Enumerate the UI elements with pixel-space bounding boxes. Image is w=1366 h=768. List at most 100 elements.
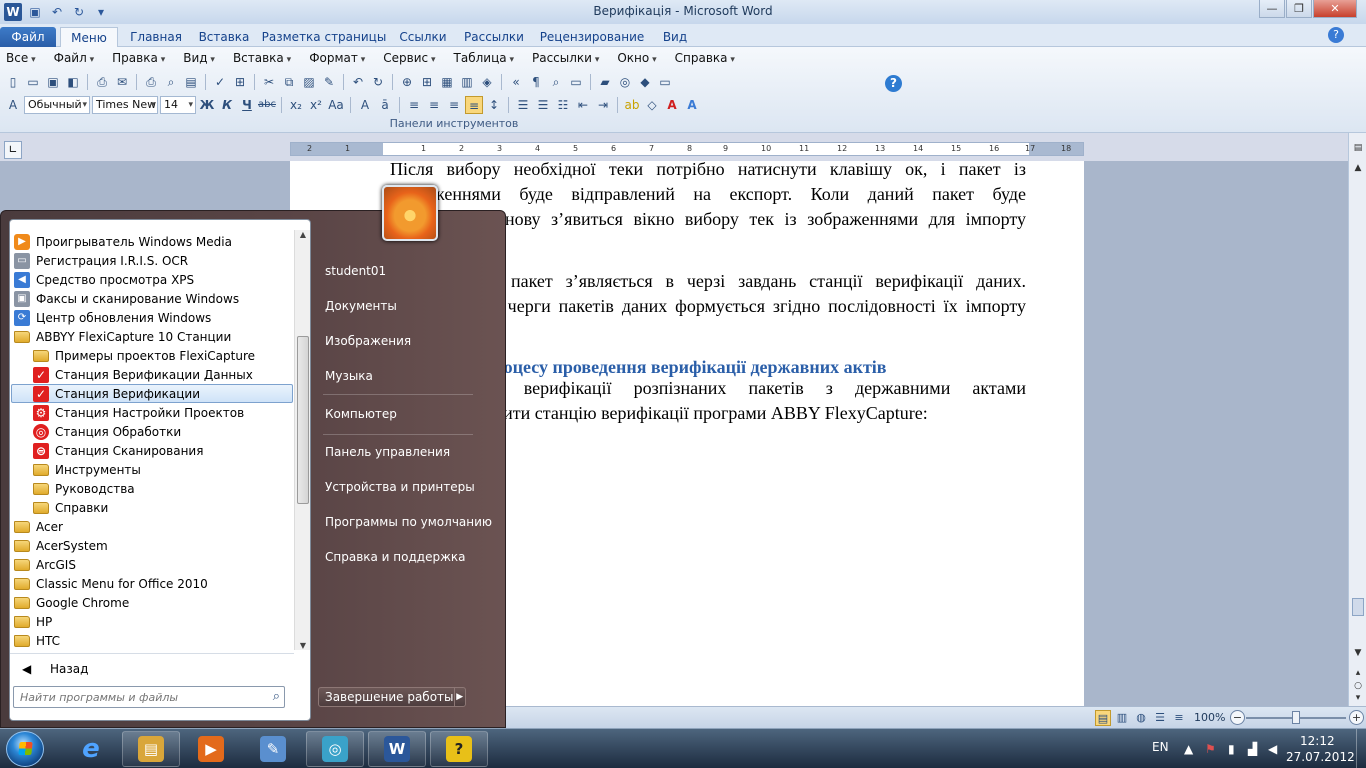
show-hidden-icons-arrow[interactable]: ▲ <box>1184 742 1193 756</box>
list-item[interactable]: Инструменты <box>31 460 294 479</box>
select-browse-object-icon[interactable]: ○ <box>1349 681 1366 691</box>
format-painter-icon[interactable]: ✎ <box>320 73 338 91</box>
list-item[interactable]: ◎ Станция Обработки <box>31 422 294 441</box>
style-select[interactable]: Обычный <box>24 96 90 114</box>
clock-time[interactable]: 12:12 <box>1300 734 1335 748</box>
scroll-down-arrow[interactable]: ▼ <box>295 641 311 650</box>
table-icon[interactable]: ▦ <box>438 73 456 91</box>
font-color-icon[interactable]: A <box>663 96 681 114</box>
start-button[interactable] <box>6 731 44 767</box>
save-icon[interactable]: ▣ <box>44 73 62 91</box>
right-link-user[interactable]: student01 <box>319 260 499 282</box>
tab-review[interactable]: Рецензирование <box>536 27 648 47</box>
power-icon[interactable]: ▮ <box>1228 742 1235 756</box>
tab-references[interactable]: Ссылки <box>394 27 452 47</box>
open-icon[interactable]: ▭ <box>24 73 42 91</box>
scroll-down-arrow[interactable]: ▼ <box>1349 648 1366 658</box>
ruler-view-icon[interactable]: ▤ <box>1349 143 1366 153</box>
folder-icon[interactable]: ▰ <box>596 73 614 91</box>
toolbar-options-icon[interactable]: ▭ <box>656 73 674 91</box>
right-link-music[interactable]: Музыка <box>319 365 499 387</box>
list-item[interactable]: ABBYY FlexiCapture 10 Станции <box>12 327 294 346</box>
research-icon[interactable]: ⊞ <box>231 73 249 91</box>
menu-window[interactable]: Окно <box>611 51 656 69</box>
print-layout-view-icon[interactable]: ▤ <box>1095 710 1111 726</box>
zoom-in-button[interactable]: + <box>1349 710 1364 725</box>
quote-icon[interactable]: « <box>507 73 525 91</box>
draft-view-icon[interactable]: ≡ <box>1171 710 1187 726</box>
paste-icon[interactable]: ▨ <box>300 73 318 91</box>
copy-icon[interactable]: ⧉ <box>280 73 298 91</box>
tab-menu[interactable]: Меню <box>60 27 118 47</box>
shutdown-button[interactable]: Завершение работы <box>319 688 454 706</box>
help-icon[interactable]: ? <box>1328 27 1344 43</box>
tab-insert[interactable]: Вставка <box>194 27 254 47</box>
superscript-icon[interactable]: x² <box>307 96 325 114</box>
align-right-icon[interactable]: ≡ <box>445 96 463 114</box>
minimize-button[interactable]: — <box>1259 0 1285 18</box>
styles-icon[interactable]: ◆ <box>636 73 654 91</box>
multilevel-list-icon[interactable]: ☷ <box>554 96 572 114</box>
list-item[interactable]: ArcGIS <box>12 555 294 574</box>
taskbar-app-help[interactable]: ? <box>430 731 488 767</box>
close-button[interactable]: ✕ <box>1313 0 1357 18</box>
tab-home[interactable]: Главная <box>122 27 190 47</box>
tab-mailings[interactable]: Рассылки <box>456 27 532 47</box>
show-desktop-button[interactable] <box>1356 729 1366 768</box>
list-item[interactable]: HTC <box>12 631 294 650</box>
scroll-up-arrow[interactable]: ▲ <box>295 230 311 239</box>
show-formatting-icon[interactable]: ¶ <box>527 73 545 91</box>
list-item[interactable]: ▣ Факсы и сканирование Windows <box>12 289 294 308</box>
menu-all[interactable]: Все <box>0 51 36 69</box>
zoom-out-button[interactable]: − <box>1230 710 1245 725</box>
justify-icon[interactable]: ≡ <box>465 96 483 114</box>
font-select[interactable]: Times New <box>92 96 158 114</box>
line-spacing-icon[interactable]: ↕ <box>485 96 503 114</box>
list-item[interactable]: Classic Menu for Office 2010 <box>12 574 294 593</box>
right-link-control-panel[interactable]: Панель управления <box>319 441 499 463</box>
taskbar-app-media-player[interactable]: ▶ <box>182 731 240 767</box>
menu-file[interactable]: Файл <box>48 51 95 69</box>
right-link-computer[interactable]: Компьютер <box>319 403 499 425</box>
styles-pane-icon[interactable]: A <box>4 96 22 114</box>
numbering-icon[interactable]: ☰ <box>514 96 532 114</box>
maximize-button[interactable]: ❐ <box>1286 0 1312 18</box>
taskbar-app-paint-tool[interactable]: ✎ <box>244 731 302 767</box>
menu-format[interactable]: Формат <box>303 51 365 69</box>
list-item[interactable]: AcerSystem <box>12 536 294 555</box>
start-search-box[interactable]: ⌕ <box>13 686 285 708</box>
tab-view[interactable]: Вид <box>652 27 698 47</box>
help-icon[interactable]: ? <box>885 75 902 92</box>
align-left-icon[interactable]: ≡ <box>405 96 423 114</box>
horizontal-ruler[interactable]: 2 1 1 2 3 4 5 6 7 8 9 10 11 12 13 14 15 … <box>290 142 1084 156</box>
view-mode-icon[interactable]: ▤ <box>182 73 200 91</box>
hyperlink-icon[interactable]: ⊕ <box>398 73 416 91</box>
list-item[interactable]: ⟳ Центр обновления Windows <box>12 308 294 327</box>
list-item[interactable]: Руководства <box>31 479 294 498</box>
change-case-icon[interactable]: Aa <box>327 96 345 114</box>
back-button[interactable]: ◀ Назад <box>10 653 294 685</box>
permission-icon[interactable]: ◧ <box>64 73 82 91</box>
language-indicator[interactable]: EN <box>1152 740 1169 754</box>
undo-icon[interactable]: ↶ <box>349 73 367 91</box>
font-size-select[interactable]: 14 <box>160 96 196 114</box>
volume-icon[interactable]: ◀ <box>1268 742 1277 756</box>
list-item[interactable]: Справки <box>31 498 294 517</box>
list-item[interactable]: Acer <box>12 517 294 536</box>
strikethrough-button[interactable]: abc <box>258 96 276 114</box>
list-item[interactable]: ⊜ Станция Сканирования <box>31 441 294 460</box>
zoom-level[interactable]: 100% <box>1194 711 1225 724</box>
action-center-icon[interactable]: ⚑ <box>1205 742 1216 756</box>
list-item[interactable]: ▶ Проигрыватель Windows Media <box>12 232 294 251</box>
taskbar-app-windows-explorer[interactable]: ▤ <box>122 731 180 767</box>
search-input[interactable] <box>14 687 254 707</box>
clear-formatting-icon[interactable]: A <box>356 96 374 114</box>
right-link-documents[interactable]: Документы <box>319 295 499 317</box>
pdf-icon[interactable]: ⎙ <box>93 73 111 91</box>
macro-icon[interactable]: ◎ <box>616 73 634 91</box>
list-item-selected[interactable]: ✓ Станция Верификации <box>11 384 293 403</box>
outline-view-icon[interactable]: ☰ <box>1152 710 1168 726</box>
print-icon[interactable]: ⎙ <box>142 73 160 91</box>
subscript-icon[interactable]: x₂ <box>287 96 305 114</box>
list-item[interactable]: ▭ Регистрация I.R.I.S. OCR <box>12 251 294 270</box>
